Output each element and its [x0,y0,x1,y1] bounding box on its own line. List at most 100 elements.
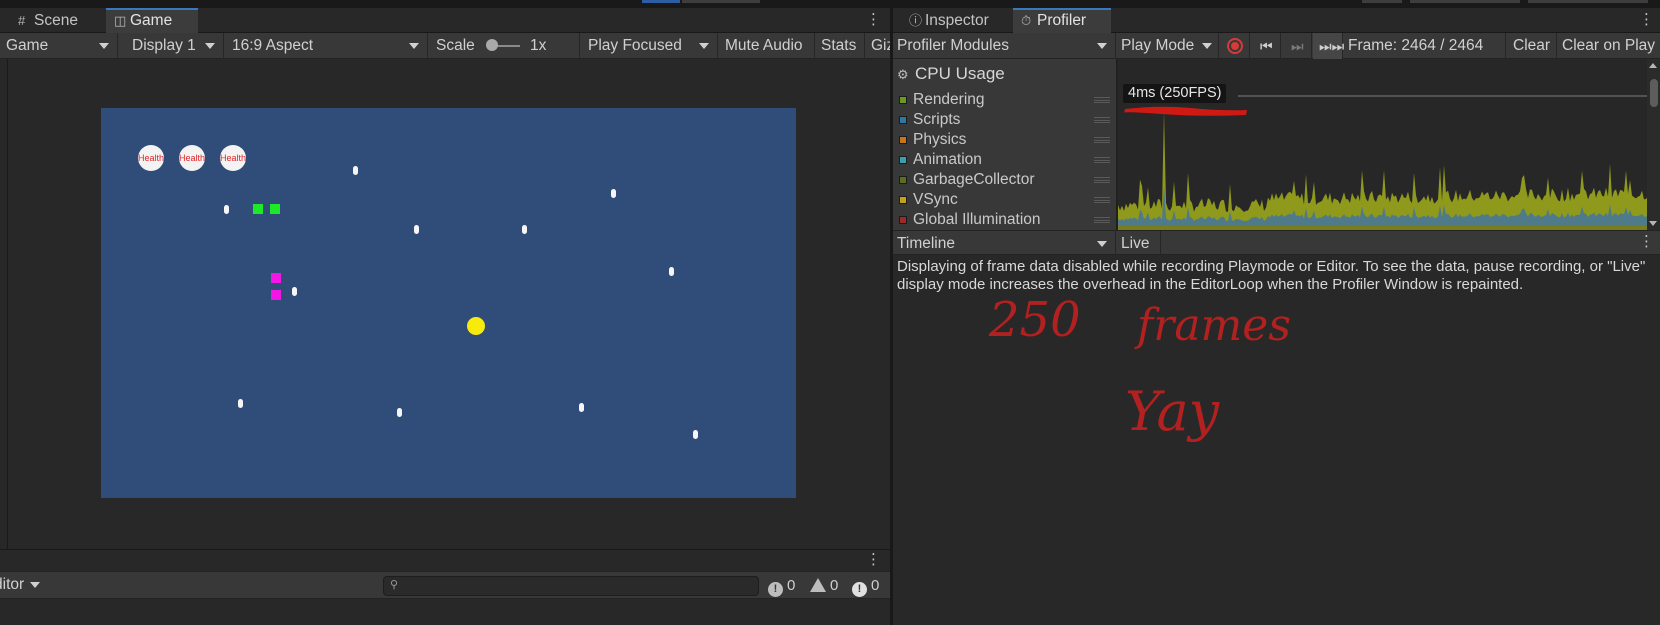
console-search-input[interactable]: ⚲ [383,576,759,596]
profiler-modules-dropdown[interactable]: Profiler Modules [893,33,1116,59]
message-count-toggle[interactable]: ! 0 [852,575,879,597]
message-count: 0 [871,577,880,594]
scale-control: Scale 1x [430,33,580,59]
module-row[interactable]: VSync [893,190,1116,210]
player-ball [467,317,485,335]
health-label: Health [138,153,164,163]
left-tab-bar: # Scene ◫ Game ⋮ [0,8,890,33]
record-button[interactable] [1220,33,1250,59]
handwritten-frames: frames [1137,300,1291,351]
play-mode-label: Play Focused [588,37,682,54]
clear-button[interactable]: Clear [1507,33,1557,59]
profiler-module-list: ⚙ CPU Usage Rendering Scripts Physics Animat… [893,59,1116,230]
previous-frame-button[interactable]: ⏮ [1251,33,1281,59]
stats-button[interactable]: Stats [815,33,865,59]
more-options-icon[interactable]: ⋮ [1639,234,1654,252]
module-row[interactable]: Rendering [893,90,1116,110]
pellet [579,403,584,412]
timeline-view-label: Timeline [897,235,955,252]
health-icon: Health [179,145,205,171]
mute-audio-button[interactable]: Mute Audio [719,33,815,59]
grid-icon: # [18,13,26,28]
cpu-usage-header[interactable]: ⚙ CPU Usage [897,63,1005,85]
tab-scene[interactable]: # Scene [10,8,106,33]
drag-handle-icon[interactable] [1094,197,1110,203]
info-circle-icon: ! [768,582,783,597]
scale-slider-handle[interactable] [486,39,498,51]
scale-label: Scale [436,37,475,54]
graph-scrollbar[interactable] [1647,59,1660,230]
tab-inspector-label: Inspector [925,12,989,29]
green-enemy [270,204,280,214]
more-options-icon[interactable]: ⋮ [1639,12,1654,30]
scroll-up-icon[interactable] [1649,63,1657,68]
aspect-dropdown[interactable]: 16:9 Aspect [226,33,428,59]
module-row[interactable]: Animation [893,150,1116,170]
drag-handle-icon[interactable] [1094,117,1110,123]
toolbar-segment [682,0,760,3]
warning-count-toggle[interactable]: 0 [810,575,838,597]
play-mode-target-dropdown[interactable]: Play Mode [1117,33,1219,59]
current-frame-button[interactable]: ⏭⏭ [1313,33,1344,59]
drag-handle-icon[interactable] [1094,217,1110,223]
aspect-dropdown-label: 16:9 Aspect [232,37,314,54]
handwritten-number: 250 [989,292,1081,348]
console-toolbar: ditor ⚲ !0 0 !0 [0,571,890,599]
timeline-view-dropdown[interactable]: Timeline [893,231,1116,257]
scroll-thumb[interactable] [1650,79,1658,107]
module-row[interactable]: GarbageCollector [893,170,1116,190]
module-row[interactable]: Physics [893,130,1116,150]
green-enemy [253,204,263,214]
fps-target-text: 4ms (250FPS) [1128,85,1222,101]
game-viewport[interactable]: Health Health Health [101,108,796,498]
tab-inspector[interactable]: ⓘ Inspector [901,8,1007,33]
error-count-toggle[interactable]: ! 0 [768,575,795,597]
cpu-usage-graph[interactable]: 4ms (250FPS) [1117,59,1648,230]
more-options-icon[interactable]: ⋮ [866,552,881,570]
toolbar-segment [1362,0,1402,3]
drag-handle-icon[interactable] [1094,177,1110,183]
play-mode-dropdown[interactable]: Play Focused [582,33,718,59]
clear-on-play-button[interactable]: Clear on Play [1558,33,1660,59]
chevron-down-icon [1097,241,1107,247]
chevron-down-icon [30,582,40,588]
error-count: 0 [787,577,796,594]
module-color-swatch [899,156,907,164]
health-label: Health [179,153,205,163]
module-color-swatch [899,116,907,124]
record-icon [1227,38,1243,54]
tab-game[interactable]: ◫ Game [106,8,198,33]
module-label: Scripts [913,111,961,128]
cpu-usage-title: CPU Usage [915,64,1005,83]
next-frame-button[interactable]: ⏭ [1282,33,1312,59]
drag-handle-icon[interactable] [1094,97,1110,103]
drag-handle-icon[interactable] [1094,157,1110,163]
chevron-down-icon [1202,43,1212,49]
game-toolbar: Game Display 1 16:9 Aspect Scale 1x Play… [0,33,890,59]
pink-enemy [271,273,281,283]
editor-dropdown[interactable]: ditor [0,572,44,598]
module-row[interactable]: Scripts [893,110,1116,130]
module-row[interactable]: Global Illumination [893,210,1116,230]
module-color-swatch [899,176,907,184]
health-icon: Health [220,145,246,171]
pellet [611,189,616,198]
module-label: Global Illumination [913,211,1041,228]
drag-handle-icon[interactable] [1094,137,1110,143]
gizmos-button[interactable]: Giz [865,33,890,59]
toolbar-highlight [642,0,680,3]
tab-scene-label: Scene [34,12,78,29]
cpu-icon: ⚙ [897,67,909,82]
chevron-down-icon [1097,43,1107,49]
tab-profiler[interactable]: ⏱ Profiler [1013,8,1111,33]
stats-label: Stats [821,37,857,54]
scroll-down-icon[interactable] [1649,221,1657,226]
view-dropdown[interactable]: Game [0,33,118,59]
more-options-icon[interactable]: ⋮ [866,12,881,30]
recording-disabled-message: Displaying of frame data disabled while … [897,258,1646,293]
live-toggle[interactable]: Live [1117,231,1161,257]
pellet [292,287,297,296]
warning-count: 0 [830,577,839,594]
chevron-down-icon [205,43,215,49]
display-dropdown[interactable]: Display 1 [126,33,224,59]
